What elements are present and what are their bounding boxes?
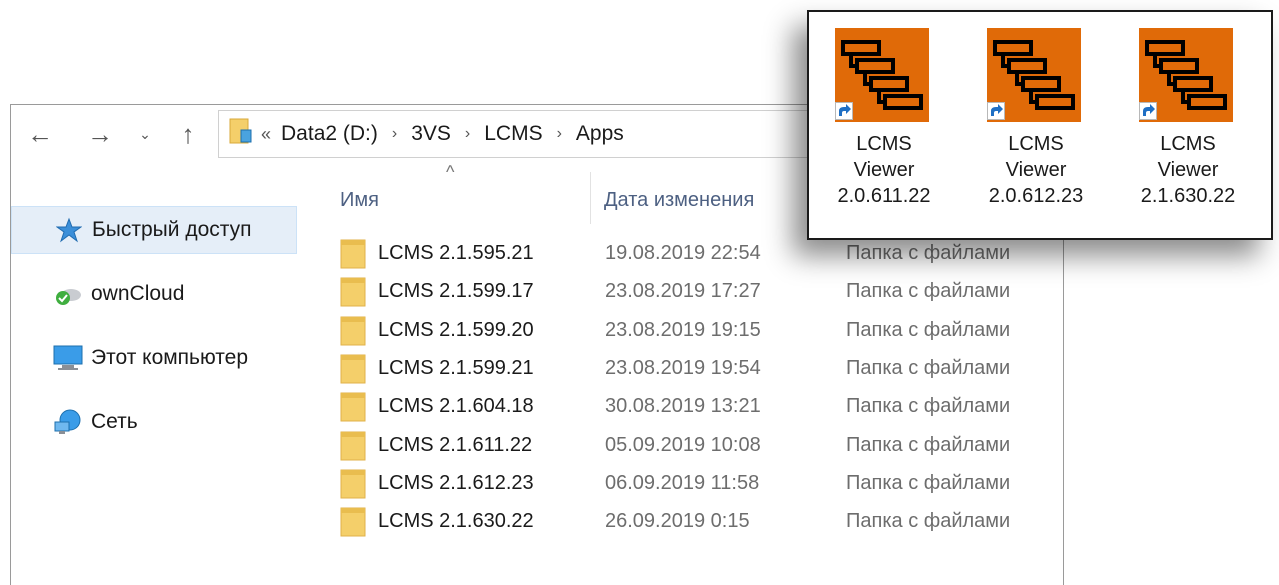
star-icon [54, 216, 84, 244]
arrow-left-icon: ← [27, 118, 53, 149]
chevron-right-icon[interactable]: › [392, 125, 397, 143]
folder-icon [340, 506, 366, 544]
file-date: 26.09.2019 0:15 [605, 510, 750, 533]
folder-icon [229, 118, 253, 150]
file-type: Папка с файлами [846, 280, 1011, 303]
file-name: LCMS 2.1.599.20 [378, 318, 534, 341]
folder-icon [340, 238, 366, 276]
folder-icon [340, 276, 366, 314]
file-type: Папка с файлами [846, 395, 1011, 418]
file-name: LCMS 2.1.599.17 [378, 280, 534, 303]
file-name: LCMS 2.1.612.23 [378, 471, 534, 494]
breadcrumb-item[interactable]: Apps [576, 122, 624, 146]
folder-icon [340, 468, 366, 506]
up-button[interactable]: ↑ [170, 112, 206, 156]
recent-locations-button[interactable]: ⌄ [134, 112, 156, 156]
table-row[interactable]: LCMS 2.1.599.21 23.08.2019 19:54 Папка с ф… [300, 349, 1060, 387]
folder-icon [340, 315, 366, 353]
breadcrumb-item[interactable]: LCMS [484, 122, 542, 146]
file-date: 06.09.2019 11:58 [605, 471, 760, 494]
file-date: 23.08.2019 17:27 [605, 280, 761, 303]
shortcut-label: LCMS Viewer 2.1.630.22 [1140, 133, 1236, 207]
arrow-right-icon: → [87, 118, 113, 149]
computer-icon [53, 344, 83, 372]
breadcrumb-item[interactable]: 3VS [411, 122, 451, 146]
file-date: 23.08.2019 19:15 [605, 318, 761, 341]
sidebar-item-label: Этот компьютер [91, 346, 249, 369]
shortcuts-overlay: LCMS Viewer 2.0.611.22 LCMS Viewer 2.0.612.23… [807, 10, 1273, 240]
sidebar-item-this-pc[interactable]: Этот компьютер [11, 334, 297, 382]
file-type: Папка с файлами [846, 433, 1011, 456]
back-button[interactable]: ← [22, 112, 58, 156]
table-row[interactable]: LCMS 2.1.611.22 05.09.2019 10:08 Папка с ф… [300, 426, 1060, 464]
column-header-name[interactable]: Имя [340, 170, 590, 230]
file-name: LCMS 2.1.599.21 [378, 356, 534, 379]
sidebar-item-label: Сеть [91, 410, 138, 433]
shortcut-lcms-viewer[interactable]: LCMS Viewer 2.0.612.23 [971, 28, 1101, 233]
sidebar-item-owncloud[interactable]: ownCloud [11, 270, 297, 318]
chevron-right-icon[interactable]: › [465, 125, 470, 143]
file-name: LCMS 2.1.595.21 [378, 242, 534, 264]
chevron-right-icon[interactable]: › [557, 125, 562, 143]
folder-icon [340, 430, 366, 468]
file-type: Папка с файлами [846, 471, 1011, 494]
owncloud-icon [53, 280, 83, 308]
file-name: LCMS 2.1.611.22 [378, 433, 533, 456]
column-divider[interactable] [590, 172, 591, 224]
table-row[interactable]: LCMS 2.1.599.20 23.08.2019 19:15 Папка с ф… [300, 311, 1060, 349]
table-row[interactable]: LCMS 2.1.604.18 30.08.2019 13:21 Папка с ф… [300, 387, 1060, 425]
sidebar-item-label: ownCloud [91, 282, 185, 305]
file-type: Папка с файлами [846, 356, 1011, 379]
file-name: LCMS 2.1.604.18 [378, 395, 534, 418]
file-date: 23.08.2019 19:54 [605, 356, 761, 379]
table-row[interactable]: LCMS 2.1.599.17 23.08.2019 17:27 Папка с ф… [300, 272, 1060, 310]
sidebar-item-label: Быстрый доступ [92, 218, 252, 241]
chevron-down-icon: ⌄ [139, 125, 151, 142]
sidebar-item-quick-access[interactable]: Быстрый доступ [11, 206, 297, 254]
shortcut-lcms-viewer[interactable]: LCMS Viewer 2.0.611.22 [819, 28, 949, 233]
breadcrumb-item[interactable]: Data2 (D:) [281, 122, 378, 146]
column-header-date[interactable]: Дата изменения [604, 170, 824, 230]
table-row[interactable]: LCMS 2.1.612.23 06.09.2019 11:58 Папка с ф… [300, 464, 1060, 502]
shortcut-arrow-icon [987, 102, 1005, 120]
shortcut-label: LCMS Viewer 2.0.611.22 [837, 133, 931, 207]
shortcut-arrow-icon [1139, 102, 1157, 120]
navigation-pane: Быстрый доступ ownCloud Этот компьютер С… [11, 180, 297, 565]
table-row[interactable]: LCMS 2.1.630.22 26.09.2019 0:15 Папка с фа… [300, 502, 1060, 540]
shortcut-arrow-icon [835, 102, 853, 120]
file-date: 05.09.2019 10:08 [605, 433, 761, 456]
file-date: 19.08.2019 22:54 [605, 242, 761, 264]
file-name: LCMS 2.1.630.22 [378, 510, 534, 533]
breadcrumb-overflow[interactable]: « [261, 124, 271, 145]
file-type: Папка с файлами [846, 242, 1011, 264]
folder-icon [340, 391, 366, 429]
network-icon [53, 408, 83, 436]
file-type: Папка с файлами [846, 510, 1011, 533]
file-type: Папка с файлами [846, 318, 1011, 341]
sidebar-item-network[interactable]: Сеть [11, 398, 297, 446]
shortcut-label: LCMS Viewer 2.0.612.23 [988, 133, 1084, 207]
forward-button[interactable]: → [82, 112, 118, 156]
file-date: 30.08.2019 13:21 [605, 395, 761, 418]
folder-icon [340, 353, 366, 391]
arrow-up-icon: ↑ [181, 118, 195, 149]
shortcut-lcms-viewer[interactable]: LCMS Viewer 2.1.630.22 [1123, 28, 1253, 233]
